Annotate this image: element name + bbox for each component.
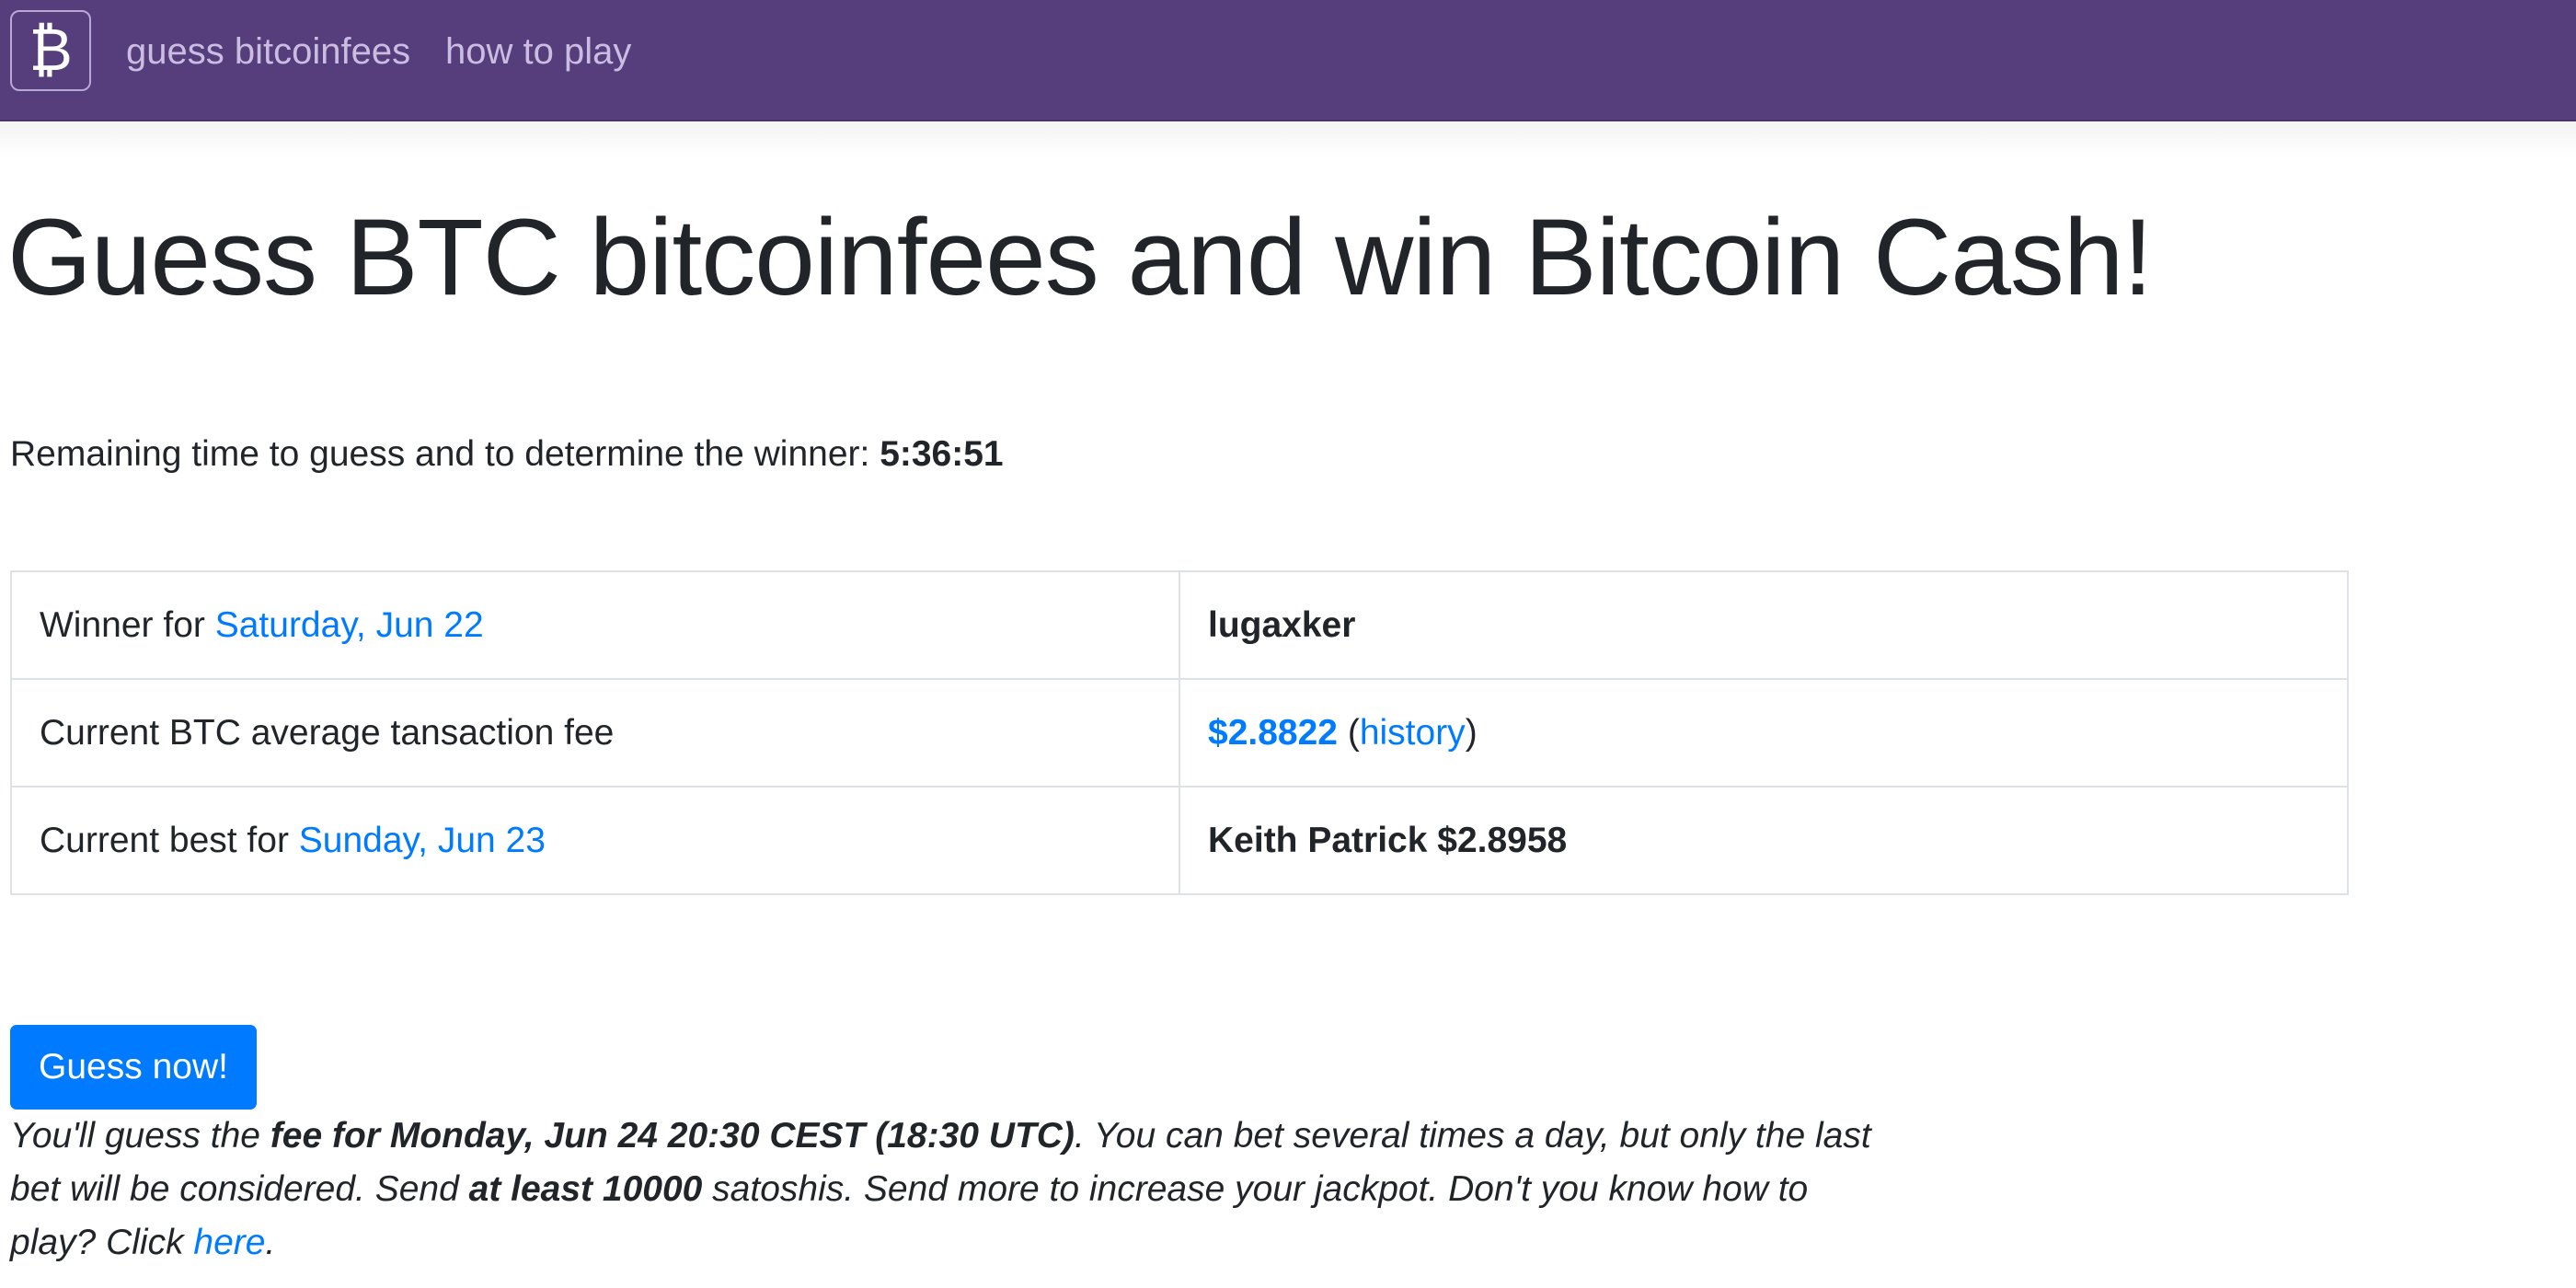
guess-now-button[interactable]: Guess now! [10, 1025, 257, 1110]
table-row-current-best: Current best for Sunday, Jun 23 Keith Pa… [10, 786, 2349, 895]
current-best-label-cell: Current best for Sunday, Jun 23 [10, 786, 1180, 895]
navbar-shadow [0, 121, 2576, 158]
note-target-fee: fee for Monday, Jun 24 20:30 CEST (18:30… [270, 1116, 1075, 1156]
navbar: ₿ guess bitcoinfees how to play [0, 0, 2576, 121]
note-text: You'll guess the [10, 1116, 270, 1156]
winner-label-cell: Winner for Saturday, Jun 22 [10, 570, 1180, 680]
brand-logo[interactable]: ₿ [10, 10, 91, 91]
how-to-play-here-link[interactable]: here [193, 1223, 265, 1262]
current-fee-value-cell: $2.8822 (history) [1179, 678, 2349, 788]
nav-link-how-to-play[interactable]: how to play [445, 28, 631, 75]
info-table: Winner for Saturday, Jun 22 lugaxker Cur… [10, 570, 2349, 895]
winner-value-cell: lugaxker [1179, 570, 2349, 680]
bitcoin-icon: ₿ [29, 17, 73, 85]
current-best-label: Current best for [40, 820, 299, 860]
history-link[interactable]: history [1360, 713, 1466, 753]
page-title: Guess BTC bitcoinfees and win Bitcoin Ca… [7, 197, 2153, 318]
current-best-value-cell: Keith Patrick $2.8958 [1179, 786, 2349, 895]
winner-label: Winner for [40, 604, 215, 645]
remaining-time-value: 5:36:51 [880, 434, 1004, 474]
remaining-time-label: Remaining time to guess and to determine… [10, 434, 880, 474]
current-fee-label: Current BTC average tansaction fee [40, 712, 615, 753]
note-text: . [265, 1223, 276, 1262]
current-best-date-link[interactable]: Sunday, Jun 23 [299, 821, 546, 860]
winner-date-link[interactable]: Saturday, Jun 22 [215, 605, 484, 645]
close-paren: ) [1465, 712, 1478, 753]
remaining-time: Remaining time to guess and to determine… [10, 431, 1004, 478]
current-best-value: Keith Patrick $2.8958 [1208, 820, 1568, 860]
current-fee-label-cell: Current BTC average tansaction fee [10, 678, 1180, 788]
nav-link-guess-bitcoinfees[interactable]: guess bitcoinfees [126, 28, 410, 75]
current-fee-link[interactable]: $2.8822 [1208, 713, 1338, 753]
table-row-current-fee: Current BTC average tansaction fee $2.88… [10, 678, 2349, 788]
table-row-winner: Winner for Saturday, Jun 22 lugaxker [10, 570, 2349, 680]
open-paren: ( [1337, 712, 1360, 753]
winner-name: lugaxker [1208, 604, 1356, 645]
instructions-note: You'll guess the fee for Monday, Jun 24 … [10, 1110, 1887, 1270]
note-min-amount: at least 10000 [468, 1169, 703, 1209]
